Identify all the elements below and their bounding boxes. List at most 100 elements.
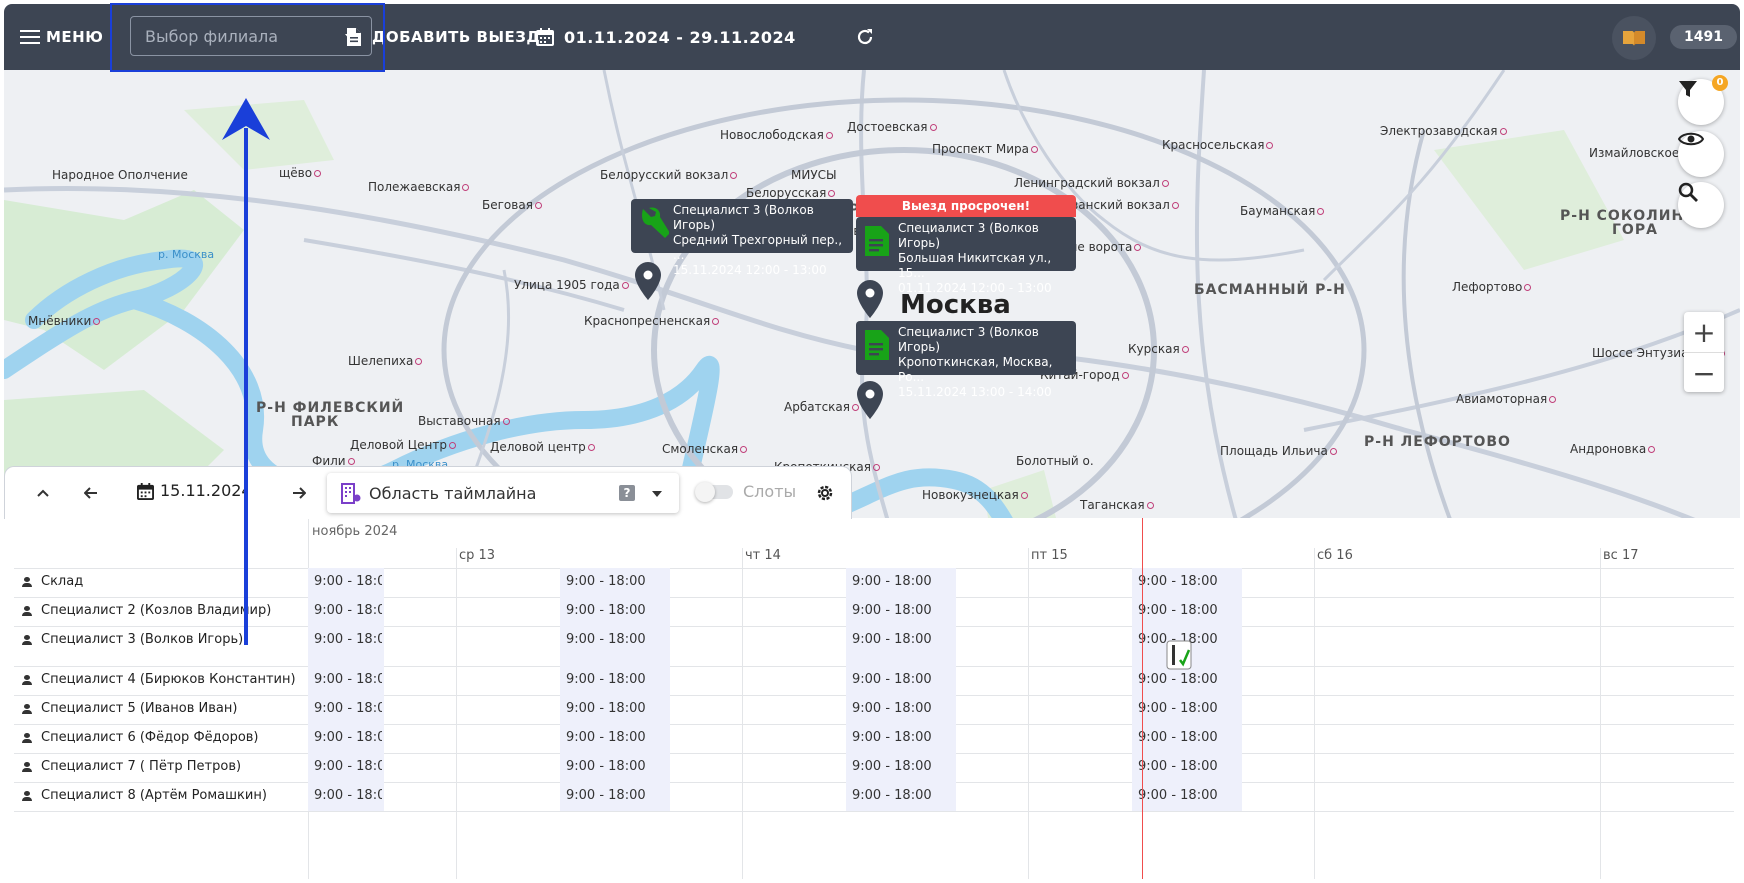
trip-popup-overdue[interactable]: Выезд просрочен! Специалист 3 (Волков Иг…	[856, 195, 1076, 295]
timeline-area-label: Область таймлайна	[369, 484, 537, 503]
filter-button[interactable]: 0	[1678, 75, 1728, 125]
person-icon	[22, 761, 32, 772]
calendar-icon	[137, 483, 154, 500]
timeline-toolbar: 15.11.2024 Область таймлайна ? Слоты	[4, 466, 852, 519]
guide-button[interactable]	[1612, 16, 1656, 60]
work-hours-label: 9:00 - 18:00	[1138, 788, 1218, 803]
help-icon[interactable]: ?	[619, 485, 635, 501]
work-hours-label: 9:00 - 18:00	[566, 759, 646, 774]
visibility-button[interactable]	[1678, 131, 1724, 177]
map-pin-icon[interactable]	[857, 280, 883, 318]
hamburger-icon	[20, 30, 40, 44]
work-hours-label: 9:00 - 18:00	[566, 788, 646, 803]
person-icon	[22, 605, 32, 616]
map-label: Таганская	[1080, 498, 1154, 512]
menu-button[interactable]: МЕНЮ	[20, 4, 103, 70]
popup-time: 01.11.2024 12:00 - 13:00	[898, 281, 1052, 295]
map-label: щёво	[279, 166, 321, 180]
map-label: Арбатская	[784, 400, 859, 414]
date-range-label: 01.11.2024 - 29.11.2024	[564, 27, 796, 47]
arrow-left-icon	[84, 487, 97, 499]
map-label: Шелепиха	[348, 354, 422, 368]
timeline-grid[interactable]: ноябрь 2024 ср 13 чт 14 пт 15 сб 16 вс 17 Скл…	[4, 518, 1740, 879]
grid-line	[14, 811, 1734, 812]
map-label: Новослободская	[720, 128, 833, 142]
person-icon	[22, 732, 32, 743]
map-pin-icon[interactable]	[857, 381, 883, 419]
filter-icon	[1679, 81, 1697, 97]
person-icon	[22, 674, 32, 685]
popup-address: Средний Трехгорный пер., ...	[673, 233, 843, 262]
map-label: Беговая	[482, 198, 542, 212]
work-hours-label: 9:00 - 18:00	[314, 701, 382, 716]
wrench-icon	[642, 207, 669, 238]
map-label: Электрозаводская	[1380, 124, 1507, 138]
slots-label: Слоты	[743, 482, 797, 501]
work-hours-label: 9:00 - 18:00	[1138, 701, 1218, 716]
date-range-button[interactable]: 01.11.2024 - 29.11.2024	[536, 4, 796, 70]
building-pin-icon	[341, 483, 361, 504]
gear-icon	[817, 485, 833, 501]
refresh-icon	[857, 29, 873, 45]
work-hours-label: 9:00 - 18:00	[852, 672, 932, 687]
map-label: Авиамоторная	[1456, 392, 1556, 406]
timeline-date-input[interactable]: 15.11.2024	[160, 481, 248, 500]
map-label: БАСМАННЫЙ Р-Н	[1194, 282, 1346, 298]
caret-down-icon	[652, 491, 662, 497]
trip-popup[interactable]: Специалист 3 (Волков Игорь) Кропоткинска…	[856, 321, 1076, 399]
map-label: Бауманская	[1240, 204, 1324, 218]
current-time-line	[1142, 518, 1143, 879]
day-header: сб 16	[1317, 548, 1353, 563]
work-hours-label: 9:00 - 18:00	[1138, 730, 1218, 745]
popup-address: Большая Никитская ул., 15...	[898, 251, 1052, 280]
map-label: Андроновка	[1570, 442, 1655, 456]
prev-day-button[interactable]	[79, 479, 103, 507]
work-hours-label: 9:00 - 18:00	[1138, 759, 1218, 774]
popup-address: Кропоткинская, Москва, Ро...	[898, 355, 1053, 384]
filter-count-badge: 0	[1712, 75, 1728, 91]
employee-name: Специалист 7 ( Пётр Петров)	[22, 759, 241, 774]
annotation-highlight-box	[110, 3, 385, 72]
zoom-in-button[interactable]: +	[1684, 312, 1724, 353]
work-hours-label: 9:00 - 18:00	[852, 574, 932, 589]
document-icon	[865, 330, 889, 360]
person-icon	[22, 790, 32, 801]
work-hours-label: 9:00 - 18:00	[566, 632, 646, 647]
overdue-banner: Выезд просрочен!	[856, 195, 1076, 217]
map-label: Улица 1905 года	[514, 278, 629, 292]
work-hours-label: 9:00 - 18:00	[1138, 672, 1218, 687]
chevron-up-icon	[37, 489, 49, 497]
map-label: Мнёвники	[28, 314, 100, 328]
book-icon	[1623, 31, 1645, 46]
work-hours-label: 9:00 - 18:00	[852, 701, 932, 716]
month-header: ноябрь 2024	[312, 524, 398, 539]
work-hours-label: 9:00 - 18:00	[566, 574, 646, 589]
employee-name: Специалист 2 (Козлов Владимир)	[22, 603, 271, 618]
event-marker-icon[interactable]	[1166, 640, 1192, 670]
popup-time: 15.11.2024 13:00 - 14:00	[898, 385, 1052, 399]
refresh-button[interactable]	[856, 4, 874, 70]
employee-name: Специалист 6 (Фёдор Фёдоров)	[22, 730, 259, 745]
trip-popup[interactable]: Специалист 3 (Волков Игорь) Средний Трех…	[631, 199, 853, 277]
work-hours-label: 9:00 - 18:00	[852, 730, 932, 745]
slots-toggle[interactable]	[695, 482, 733, 502]
add-trip-label: ДОБАВИТЬ ВЫЕЗД	[372, 28, 541, 46]
employee-name: Специалист 8 (Артём Ромашкин)	[22, 788, 267, 803]
next-day-button[interactable]	[287, 479, 311, 507]
collapse-button[interactable]	[31, 479, 55, 507]
map-label: Краснопресненская	[584, 314, 719, 328]
employee-name-label: Склад	[41, 574, 84, 589]
popup-name: Специалист 3 (Волков Игорь)	[673, 203, 814, 232]
map-pin-icon[interactable]	[635, 262, 661, 300]
zoom-out-button[interactable]: −	[1684, 353, 1724, 393]
work-hours-label: 9:00 - 18:00	[314, 759, 382, 774]
map-label: Курская	[1128, 342, 1189, 356]
timeline-area-select[interactable]: Область таймлайна ?	[327, 473, 679, 513]
work-hours-label: 9:00 - 18:00	[314, 574, 382, 589]
work-hours-label: 9:00 - 18:00	[314, 730, 382, 745]
work-hours-label: 9:00 - 18:00	[566, 730, 646, 745]
day-header: вс 17	[1603, 548, 1639, 563]
search-button[interactable]	[1678, 182, 1724, 228]
timeline-settings-button[interactable]	[813, 479, 837, 507]
map-label: Новокузнецкая	[922, 488, 1028, 502]
